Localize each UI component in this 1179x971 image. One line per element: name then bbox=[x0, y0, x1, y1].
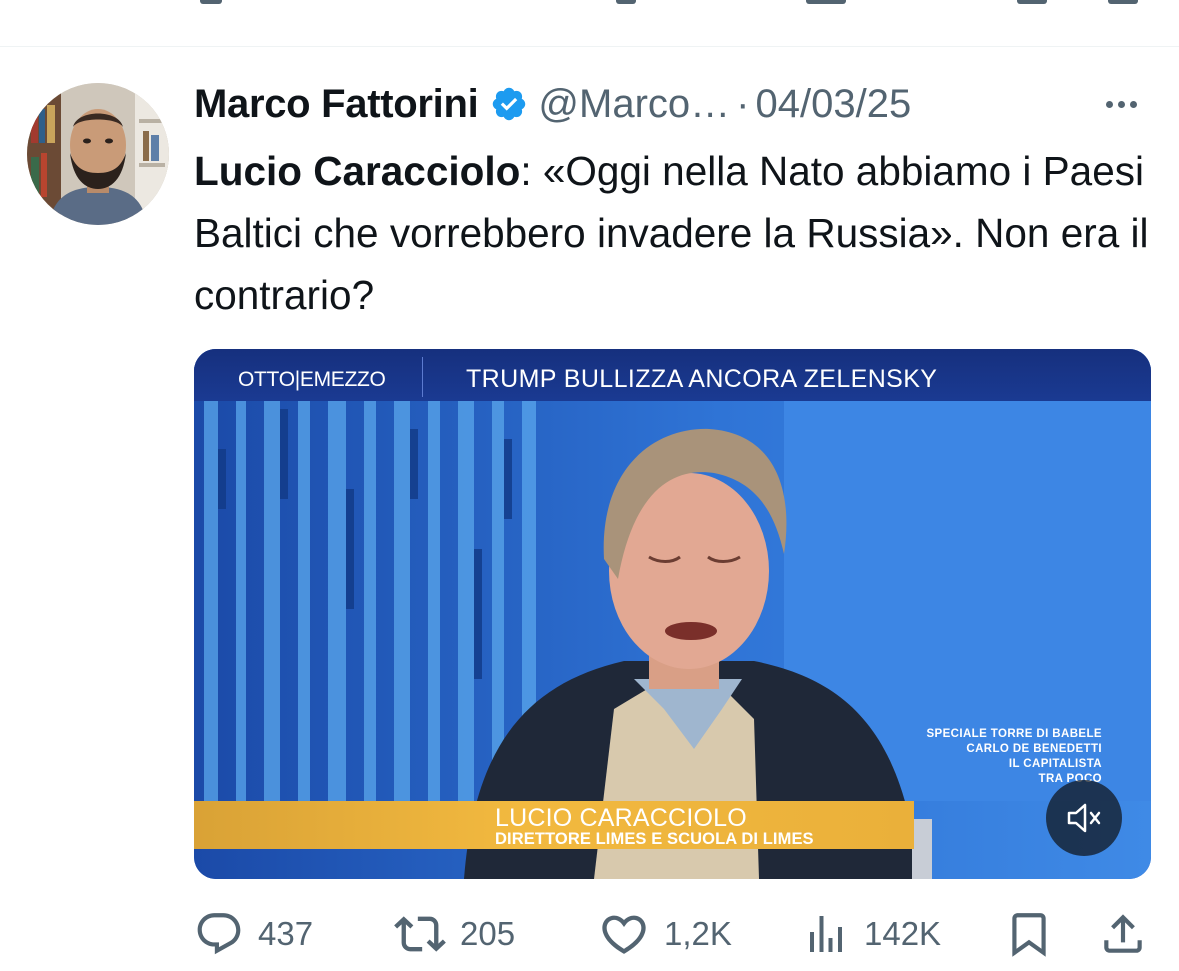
tv-headline: TRUMP BULLIZZA ANCORA ZELENSKY bbox=[466, 365, 938, 393]
repost-button[interactable]: 205 bbox=[394, 904, 515, 964]
tweet-divider bbox=[0, 46, 1179, 47]
tweet-text: Lucio Caracciolo: «Oggi nella Nato abbia… bbox=[194, 140, 1159, 326]
views-button[interactable]: 142K bbox=[802, 904, 941, 964]
volume-muted-icon[interactable] bbox=[1046, 780, 1122, 856]
more-options-icon[interactable] bbox=[1096, 84, 1146, 124]
avatar-photo bbox=[27, 83, 169, 225]
tweet-date[interactable]: 04/03/25 bbox=[756, 82, 912, 127]
previous-tweet-actions bbox=[0, 0, 1179, 46]
tv-bar-divider bbox=[422, 357, 423, 397]
share-icon[interactable] bbox=[1098, 904, 1148, 964]
reply-icon bbox=[197, 913, 241, 955]
prev-share-icon[interactable] bbox=[1108, 0, 1138, 4]
avatar[interactable] bbox=[27, 83, 169, 225]
promo-line: CARLO DE BENEDETTI bbox=[966, 743, 1102, 755]
author-handle[interactable]: @Marco… bbox=[538, 82, 730, 127]
bookmark-icon[interactable] bbox=[1004, 904, 1054, 964]
reply-count: 437 bbox=[258, 915, 314, 952]
tweet-text-bold: Lucio Caracciolo bbox=[194, 148, 521, 194]
prev-views-icon[interactable] bbox=[806, 0, 846, 4]
promo-line: SPECIALE TORRE DI BABELE bbox=[926, 728, 1102, 740]
repost-count: 205 bbox=[460, 915, 516, 952]
video-frame bbox=[194, 349, 1151, 879]
views-icon bbox=[810, 916, 842, 952]
tv-side-promo: SPECIALE TORRE DI BABELE CARLO DE BENEDE… bbox=[902, 727, 1102, 787]
prev-reply-icon[interactable] bbox=[200, 0, 222, 4]
like-button[interactable]: 1,2K bbox=[598, 904, 732, 964]
reply-button[interactable]: 437 bbox=[194, 904, 313, 964]
header-separator: · bbox=[736, 81, 750, 126]
tweet-page: Marco Fattorini @Marco… · 04/03/25 Lucio… bbox=[0, 0, 1179, 971]
like-count: 1,2K bbox=[664, 915, 732, 952]
repost-icon bbox=[394, 916, 446, 952]
prev-like-icon[interactable] bbox=[616, 0, 636, 4]
heart-icon bbox=[602, 915, 646, 954]
tweet-header: Marco Fattorini @Marco… · 04/03/25 bbox=[194, 78, 1154, 130]
lower-third-name: LUCIO CARACCIOLO bbox=[495, 804, 747, 832]
author-display-name[interactable]: Marco Fattorini bbox=[194, 82, 479, 127]
channel-logo: OTTO|EMEZZO bbox=[238, 368, 386, 391]
tweet-actions: 437 205 1,2K 142K bbox=[194, 904, 1149, 964]
prev-bookmark-icon[interactable] bbox=[1017, 0, 1047, 4]
lower-third-role: DIRETTORE LIMES E SCUOLA DI LIMES bbox=[495, 830, 814, 848]
verified-badge-icon[interactable] bbox=[490, 85, 528, 123]
tweet-video[interactable]: OTTO|EMEZZO TRUMP BULLIZZA ANCORA ZELENS… bbox=[194, 349, 1151, 879]
views-count: 142K bbox=[864, 915, 942, 952]
promo-line: IL CAPITALISTA bbox=[1008, 758, 1102, 770]
